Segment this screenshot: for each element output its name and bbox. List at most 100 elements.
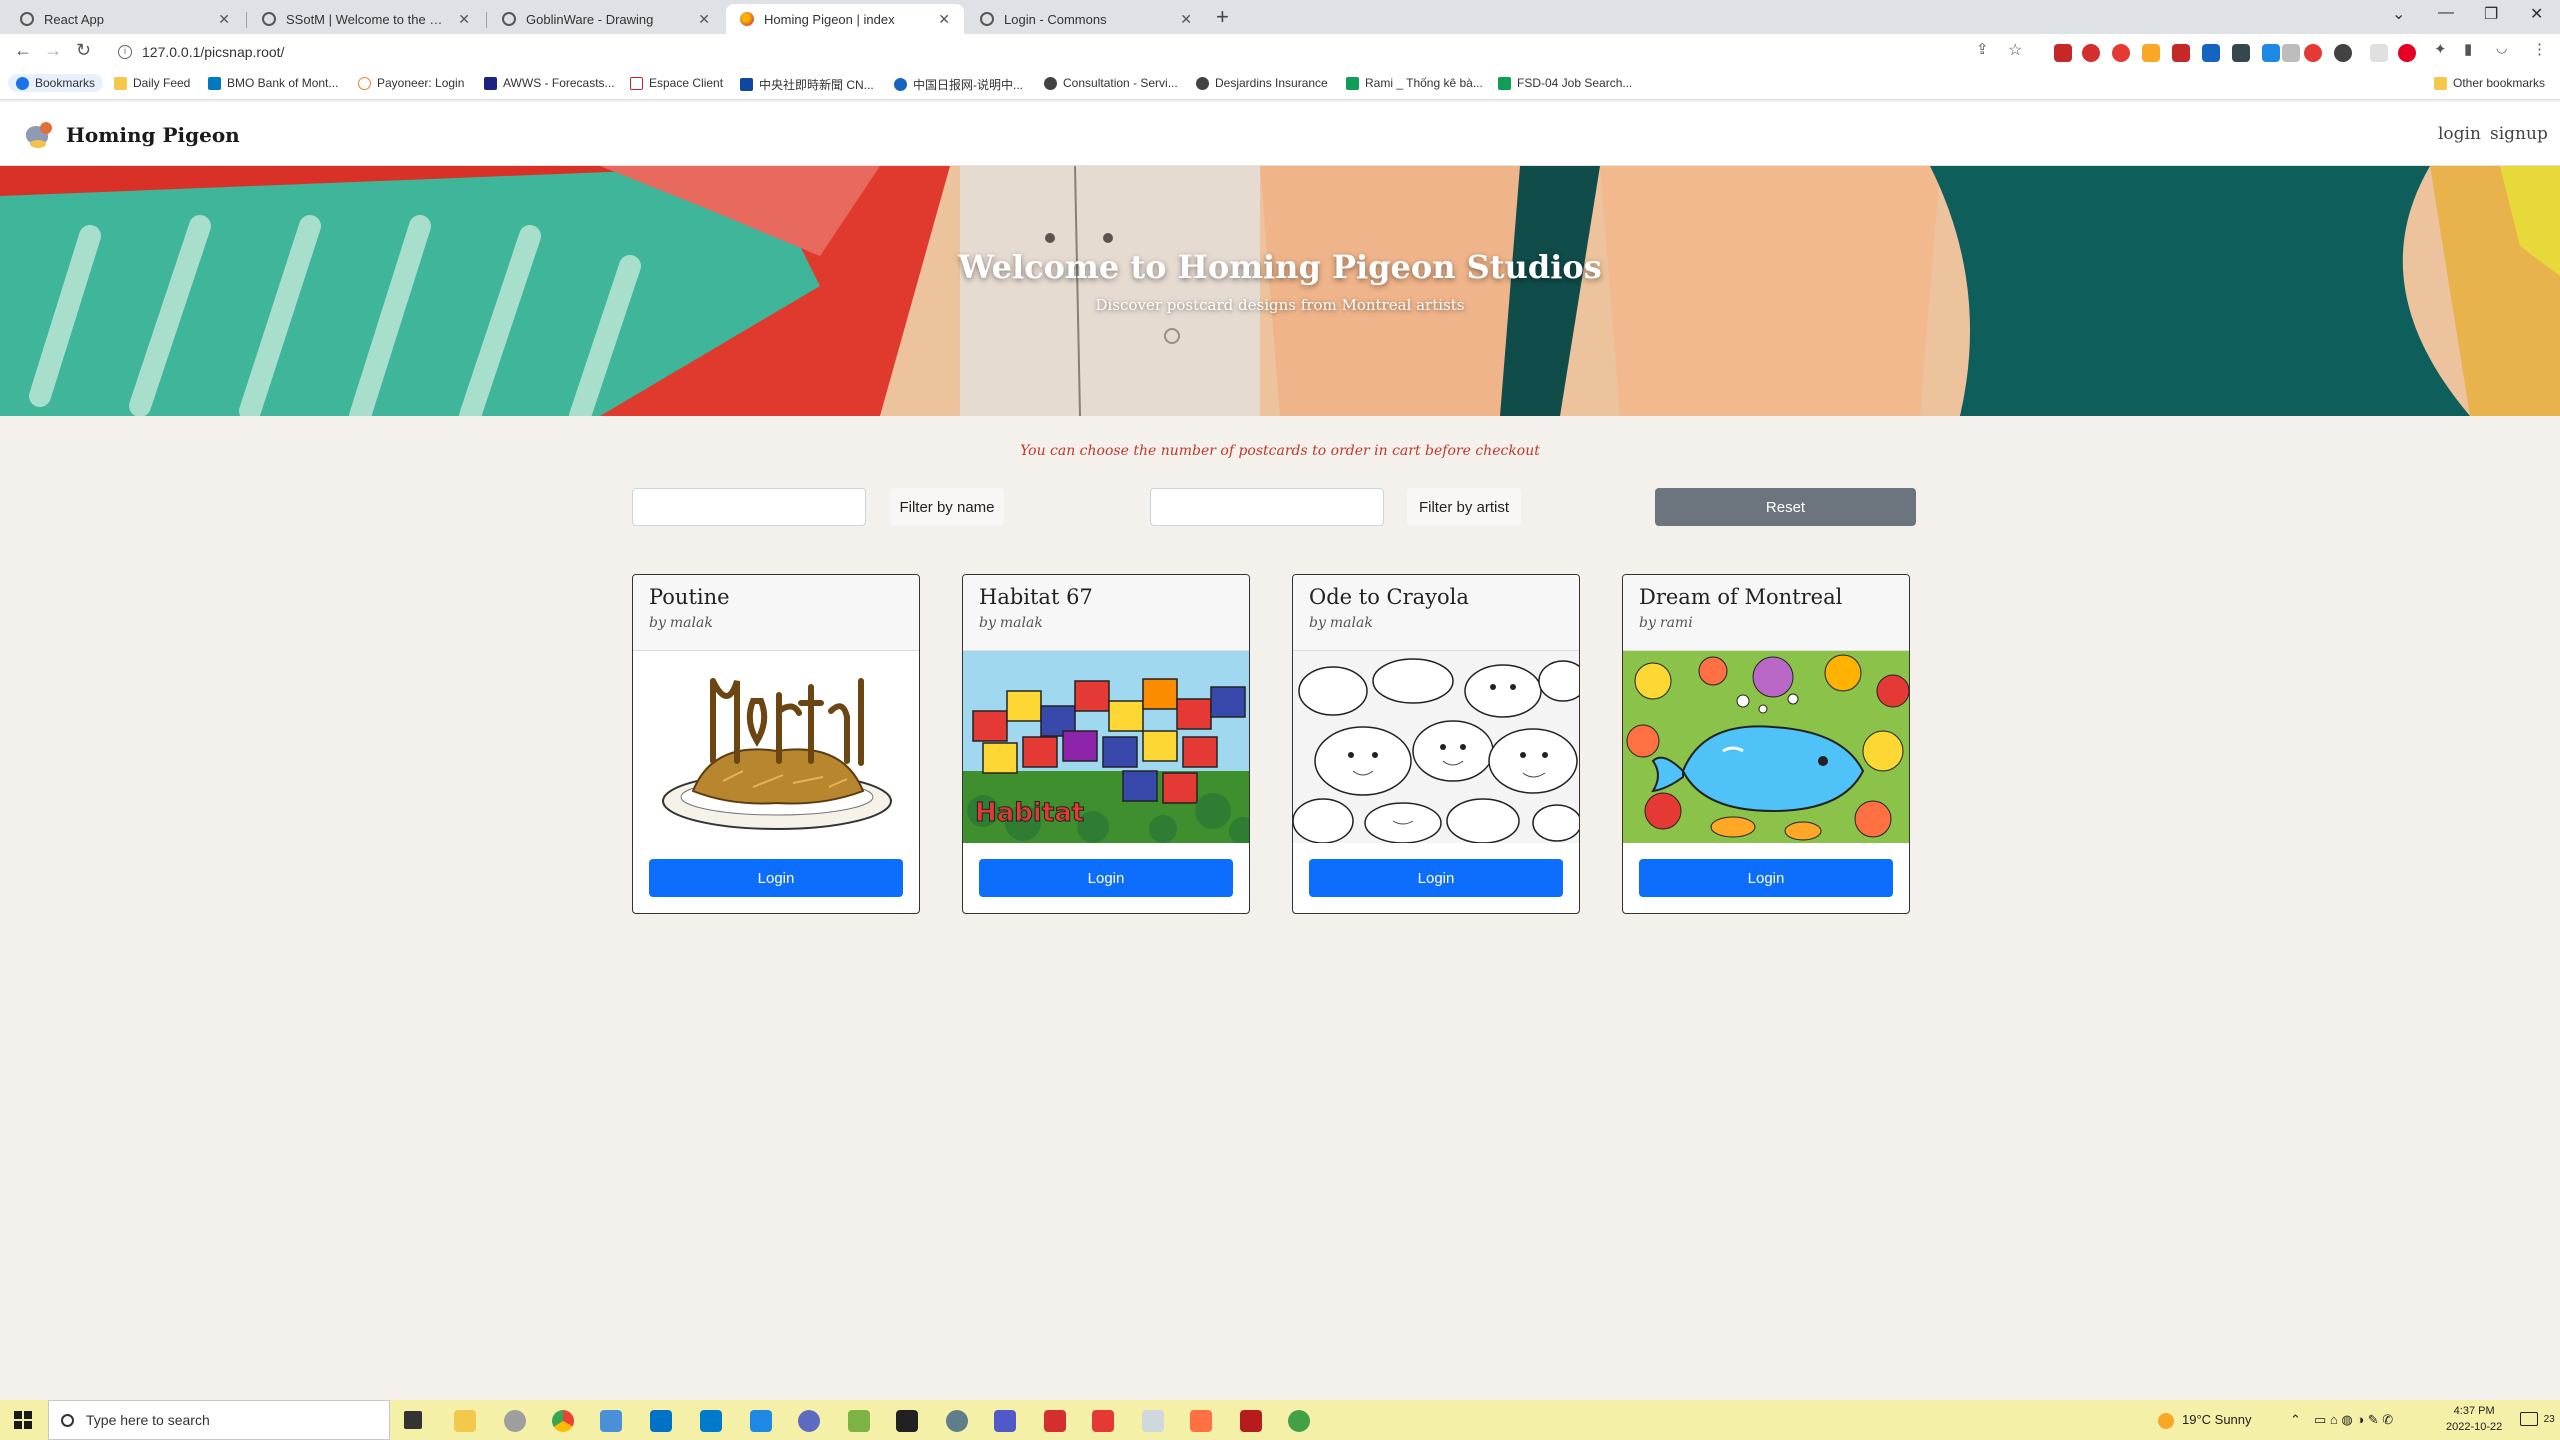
tab-react-app[interactable]: React App ✕ (6, 4, 244, 34)
close-icon[interactable]: ✕ (1180, 11, 1192, 28)
app-icon[interactable] (798, 1410, 820, 1432)
black-white-doodle (1293, 651, 1579, 843)
folder-icon (2434, 76, 2447, 90)
app-icon[interactable] (1288, 1410, 1310, 1432)
windows-start-icon[interactable] (14, 1411, 32, 1429)
brand-link[interactable]: Homing Pigeon (22, 118, 240, 152)
app-icon[interactable] (1142, 1410, 1164, 1432)
taskbar-search[interactable]: Type here to search (48, 1400, 390, 1440)
reload-icon[interactable]: ↻ (76, 40, 91, 61)
bookmark-item[interactable]: FSD-04 Job Search... (1498, 76, 1632, 90)
system-tray-icons[interactable]: ▭ ⌂ ◍ ◑ ✎ ✆ (2314, 1412, 2393, 1428)
tab-ssotm[interactable]: SSotM | Welcome to the Sunny S ✕ (248, 4, 484, 34)
minimize-icon[interactable]: — (2438, 4, 2454, 22)
notification-center[interactable]: 23 (2520, 1410, 2555, 1426)
site-info-icon[interactable]: i (118, 45, 132, 59)
chrome-icon[interactable] (552, 1410, 574, 1432)
tab-label: Login - Commons (1004, 11, 1107, 27)
new-tab-button[interactable]: + (1216, 4, 1229, 30)
side-panel-icon[interactable]: ▮ (2464, 40, 2472, 58)
tab-goblinware[interactable]: GoblinWare - Drawing ✕ (488, 4, 724, 34)
bookmark-item[interactable]: Espace Client (630, 76, 723, 90)
filter-artist-input[interactable] (1150, 488, 1384, 526)
bookmark-label: BMO Bank of Mont... (227, 76, 339, 90)
clock-time: 4:37 PM (2453, 1405, 2495, 1417)
outlook-icon[interactable] (650, 1410, 672, 1432)
bookmark-item[interactable]: Rami _ Thống kê bà... (1346, 76, 1483, 90)
by-label: by (979, 615, 996, 631)
paint-icon[interactable] (504, 1410, 526, 1432)
extension-icon[interactable] (2232, 44, 2250, 62)
extension-icon[interactable] (2082, 44, 2100, 62)
acrobat-reader-icon[interactable] (1092, 1410, 1114, 1432)
extension-icon[interactable] (2282, 44, 2300, 62)
address-bar[interactable]: i 127.0.0.1/picsnap.root/ (110, 38, 2030, 66)
file-explorer-icon[interactable] (454, 1410, 476, 1432)
bookmark-star-icon[interactable]: ☆ (2008, 40, 2022, 60)
show-hidden-icons-icon[interactable]: ⌃ (2290, 1412, 2301, 1428)
extension-icon[interactable] (2334, 44, 2352, 62)
settings-gear-icon[interactable] (946, 1410, 968, 1432)
extension-icon[interactable] (2304, 44, 2322, 62)
weather-widget[interactable]: 19°C Sunny (2158, 1412, 2252, 1429)
terminal-icon[interactable] (896, 1410, 918, 1432)
filter-by-name-button[interactable]: Filter by name (890, 488, 1004, 526)
adblock-icon[interactable] (2112, 44, 2130, 62)
filter-by-artist-button[interactable]: Filter by artist (1407, 488, 1521, 526)
close-icon[interactable]: ✕ (218, 11, 230, 28)
nav-login-link[interactable]: login (2438, 124, 2481, 144)
close-icon[interactable]: ✕ (938, 11, 950, 28)
bookmark-item[interactable]: BMO Bank of Mont... (208, 76, 338, 90)
tab-homing-pigeon[interactable]: Homing Pigeon | index ✕ (726, 4, 964, 34)
forward-icon[interactable]: → (44, 40, 62, 61)
app-icon[interactable] (600, 1410, 622, 1432)
acrobat-icon[interactable] (1044, 1410, 1066, 1432)
bookmark-item[interactable]: 中国日报网-说明中... (894, 76, 1023, 93)
poutine-montreal-drawing (633, 651, 919, 843)
nav-signup-link[interactable]: signup (2490, 124, 2548, 144)
close-icon[interactable]: ✕ (458, 11, 470, 28)
extension-icon[interactable] (2202, 44, 2220, 62)
teams-icon[interactable] (994, 1410, 1016, 1432)
extension-icon[interactable] (2262, 44, 2280, 62)
cart-notice: You can choose the number of postcards t… (1020, 443, 1540, 459)
app-icon[interactable] (750, 1410, 772, 1432)
extension-icon[interactable] (2054, 44, 2072, 62)
other-bookmarks[interactable]: Other bookmarks (2434, 76, 2545, 90)
card-login-button[interactable]: Login (649, 859, 903, 897)
menu-dots-icon[interactable]: ⋮ (2532, 40, 2547, 58)
vscode-icon[interactable] (700, 1410, 722, 1432)
artist-name: rami (1659, 615, 1693, 631)
window-close-icon[interactable]: ✕ (2530, 4, 2543, 24)
extension-icon[interactable] (2142, 44, 2160, 62)
card-login-button[interactable]: Login (979, 859, 1233, 897)
restore-icon[interactable]: ❐ (2484, 4, 2498, 24)
bookmark-item[interactable]: Desjardins Insurance (1196, 76, 1328, 90)
card-login-button[interactable]: Login (1639, 859, 1893, 897)
back-icon[interactable]: ← (14, 40, 32, 61)
bookmark-item[interactable]: Daily Feed (114, 76, 190, 90)
bookmark-item[interactable]: Consultation - Servi... (1044, 76, 1178, 90)
bookmark-item[interactable]: AWWS - Forecasts... (484, 76, 615, 90)
bookmark-item[interactable]: 中央社即時新聞 CN... (740, 76, 874, 93)
profile-icon[interactable]: ◡ (2496, 40, 2507, 56)
task-view-icon[interactable] (404, 1411, 422, 1429)
reset-button[interactable]: Reset (1655, 488, 1916, 526)
app-icon[interactable] (1240, 1410, 1262, 1432)
app-icon[interactable] (848, 1410, 870, 1432)
app-icon[interactable] (1190, 1410, 1212, 1432)
by-label: by (1639, 615, 1656, 631)
taskbar-clock[interactable]: 4:37 PM 2022-10-22 (2446, 1403, 2502, 1435)
card-login-button[interactable]: Login (1309, 859, 1563, 897)
filter-name-input[interactable] (632, 488, 866, 526)
bookmark-item[interactable]: Payoneer: Login (358, 76, 464, 90)
extension-icon[interactable] (2370, 44, 2388, 62)
extension-icon[interactable] (2172, 44, 2190, 62)
extensions-puzzle-icon[interactable]: ✦ (2434, 40, 2447, 58)
tab-login-commons[interactable]: Login - Commons ✕ (966, 4, 1206, 34)
share-icon[interactable]: ⇪ (1976, 40, 1989, 58)
pinterest-icon[interactable] (2398, 44, 2416, 62)
close-icon[interactable]: ✕ (698, 11, 710, 28)
bookmark-item[interactable]: Bookmarks (8, 74, 104, 92)
tab-search-icon[interactable]: ⌄ (2392, 4, 2405, 24)
